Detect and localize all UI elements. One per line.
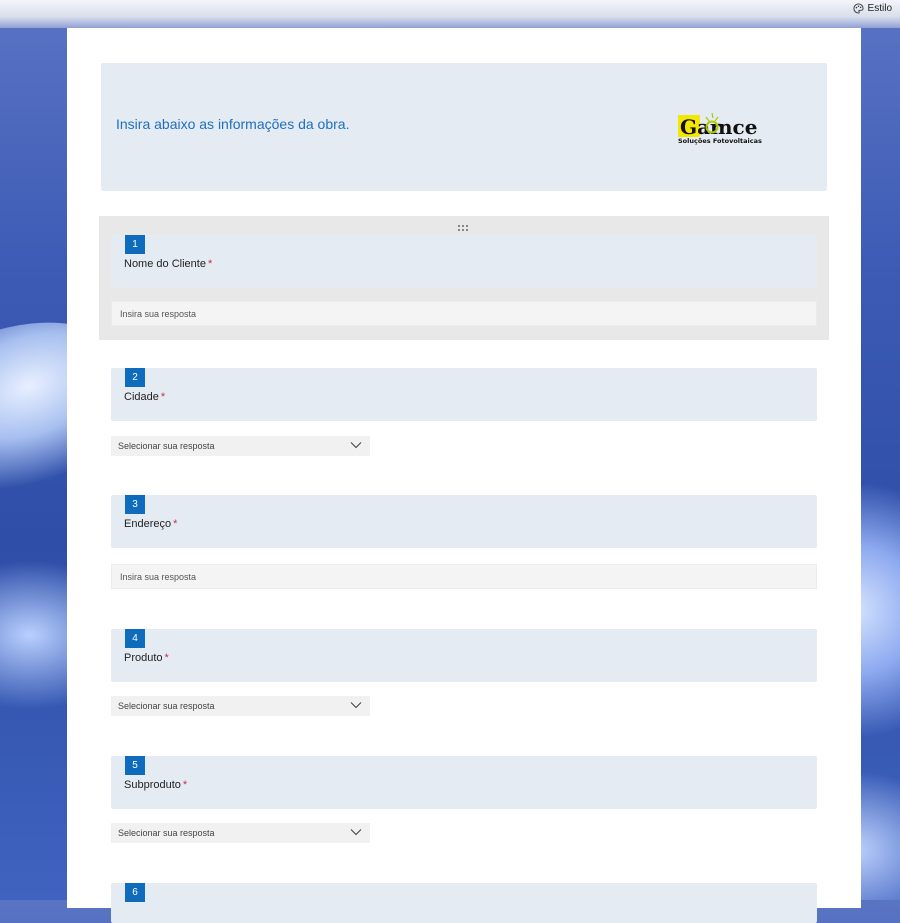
form-header: Insira abaixo as informações da obra. Ga… <box>101 63 827 191</box>
svg-text:Gar: Gar <box>680 115 721 139</box>
form-description: Insira abaixo as informações da obra. <box>116 116 350 132</box>
question-number-badge: 3 <box>125 495 145 514</box>
question-6-header: 6 <box>111 883 817 923</box>
question-number-badge: 5 <box>125 756 145 775</box>
required-mark: * <box>160 391 166 403</box>
question-1-card[interactable]: 1 Nome do Cliente * Insira sua resposta <box>99 216 829 340</box>
input-placeholder: Insira sua resposta <box>120 572 197 582</box>
question-4-card[interactable]: 4 Produto * Selecionar sua resposta <box>99 629 829 719</box>
top-bar: Estilo <box>0 0 900 28</box>
required-mark: * <box>173 518 178 530</box>
subproduct-select[interactable]: Selecionar sua resposta <box>111 823 370 843</box>
question-label: Nome do Cliente * <box>124 258 213 270</box>
question-5-card[interactable]: 5 Subproduto * Selecionar sua resposta <box>99 756 829 846</box>
city-select[interactable]: Selecionar sua resposta <box>111 436 370 456</box>
question-3-header: 3 Endereço * <box>111 495 817 548</box>
required-mark: * <box>182 779 188 791</box>
question-number-badge: 6 <box>125 883 145 902</box>
question-5-header: 5 Subproduto * <box>111 756 817 809</box>
question-label: Cidade * <box>124 391 166 403</box>
product-select[interactable]: Selecionar sua resposta <box>111 696 370 716</box>
form-sheet: Insira abaixo as informações da obra. Ga… <box>67 28 861 923</box>
required-mark: * <box>207 258 213 270</box>
required-mark: * <box>164 652 169 664</box>
question-label: Produto * <box>124 652 169 664</box>
question-number-badge: 2 <box>125 368 145 387</box>
question-4-header: 4 Produto * <box>111 629 817 682</box>
svg-text:nce: nce <box>718 115 757 139</box>
chevron-down-icon <box>350 442 362 449</box>
style-button-label: Estilo <box>867 2 892 14</box>
palette-icon <box>853 2 864 14</box>
question-3-card[interactable]: 3 Endereço * Insira sua resposta <box>99 495 829 595</box>
question-2-card[interactable]: 2 Cidade * Selecionar sua resposta <box>99 368 829 458</box>
client-name-input[interactable]: Insira sua resposta <box>111 301 817 326</box>
address-input[interactable]: Insira sua resposta <box>111 564 817 589</box>
question-label: Endereço * <box>124 518 178 530</box>
svg-text:Soluções Fotovoltaicas: Soluções Fotovoltaicas <box>678 137 762 145</box>
chevron-down-icon <box>350 702 362 709</box>
chevron-down-icon <box>350 829 362 836</box>
question-number-badge: 1 <box>125 235 145 254</box>
select-placeholder: Selecionar sua resposta <box>118 701 215 711</box>
question-label: Subproduto * <box>124 779 188 791</box>
select-placeholder: Selecionar sua resposta <box>118 828 215 838</box>
drag-handle-icon[interactable] <box>457 224 469 232</box>
question-1-header: 1 Nome do Cliente * <box>111 235 817 288</box>
select-placeholder: Selecionar sua resposta <box>118 441 215 451</box>
question-2-header: 2 Cidade * <box>111 368 817 421</box>
style-button[interactable]: Estilo <box>853 1 892 15</box>
garonce-logo: Gar nce Soluções Fotovoltaicas <box>678 112 762 145</box>
input-placeholder: Insira sua resposta <box>120 309 197 319</box>
question-6-card[interactable]: 6 <box>99 883 829 923</box>
question-number-badge: 4 <box>125 629 145 648</box>
